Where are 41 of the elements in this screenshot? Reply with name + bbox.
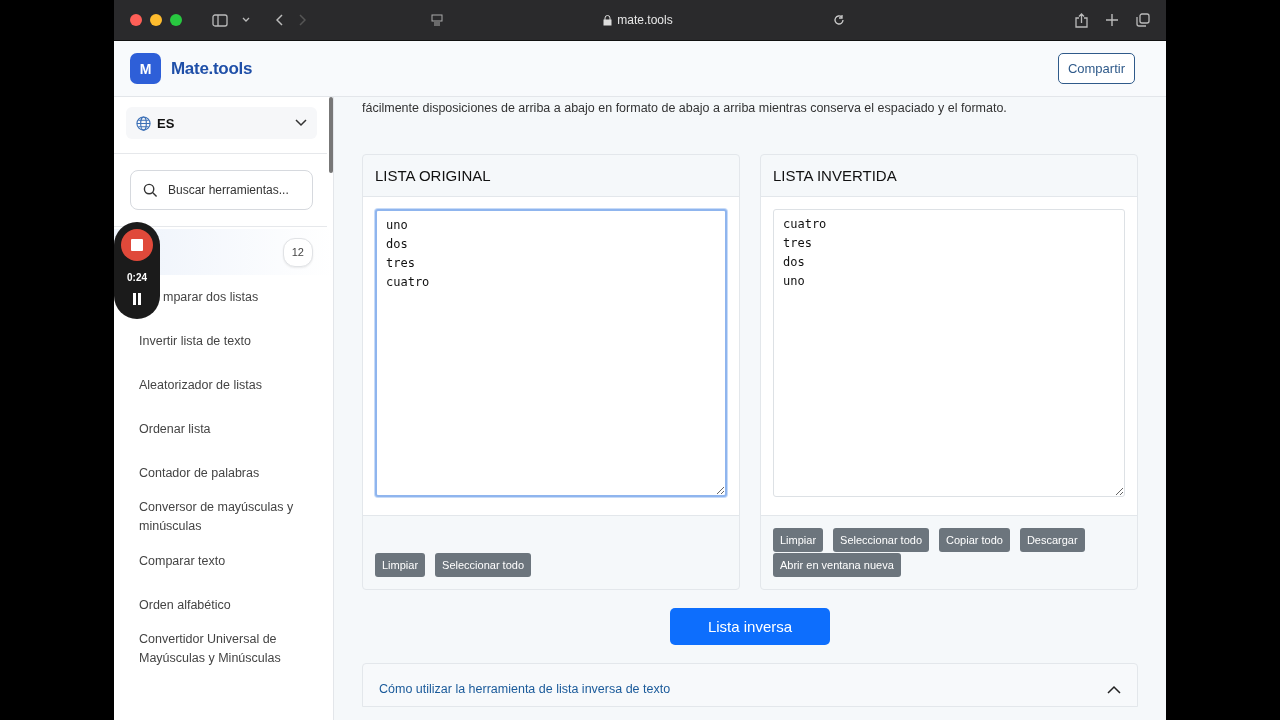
share-button[interactable]: Compartir	[1057, 53, 1135, 84]
sidebar-item[interactable]: Aleatorizador de listas	[114, 363, 333, 407]
globe-icon	[136, 115, 151, 131]
search-field[interactable]: Buscar herramientas...	[130, 170, 313, 210]
action-button[interactable]: Seleccionar todo	[833, 528, 930, 552]
accordion-header[interactable]: Cómo utilizar la herramienta de lista inversa de texto	[362, 663, 1138, 707]
chevron-up-icon[interactable]	[1107, 684, 1121, 694]
window-controls-icon[interactable]	[130, 14, 182, 26]
share-icon[interactable]	[1075, 12, 1088, 28]
search-icon	[143, 182, 158, 198]
tabs-icon[interactable]	[1136, 13, 1150, 27]
language-select[interactable]: ES	[126, 107, 317, 139]
back-icon[interactable]	[276, 14, 284, 26]
action-button[interactable]: Seleccionar todo	[435, 553, 532, 577]
recording-toast[interactable]: 0:24	[114, 222, 160, 319]
list-textarea[interactable]: uno dos tres cuatro	[375, 209, 727, 497]
action-button[interactable]: Limpiar	[375, 553, 426, 577]
action-button[interactable]: Abrir en ventana nueva	[773, 553, 901, 577]
sidebar-item[interactable]: Invertir lista de texto	[114, 319, 333, 363]
sidebar-item[interactable]: Contador de palabras	[114, 451, 333, 495]
count-badge: 12	[282, 237, 313, 267]
sidebar-toggle-icon[interactable]	[212, 13, 228, 27]
sidebar-item[interactable]: Comparar texto	[114, 539, 333, 583]
logo-icon[interactable]: M	[130, 53, 161, 84]
sidebar-item[interactable]: Orden alfabético	[114, 583, 333, 627]
chevron-down-icon[interactable]	[242, 17, 250, 23]
pause-icon[interactable]	[132, 293, 142, 305]
action-button[interactable]: Limpiar	[773, 528, 824, 552]
sidebar-item[interactable]: Conversor de mayúsculas y minúsculas	[114, 495, 333, 539]
action-button[interactable]: Descargar	[1019, 528, 1085, 552]
sidebar-item[interactable]: Ordenar lista	[114, 407, 333, 451]
plus-icon[interactable]	[1106, 14, 1118, 26]
list-textarea[interactable]: cuatro tres dos uno	[773, 209, 1125, 497]
intro-text: fácilmente disposiciones de arriba a abajo en formato de abajo a arriba mientras conserva el espaciado y el formato.	[362, 101, 1008, 116]
sidebar-item[interactable]: Convertidor Universal de Mayúsculas y Minúsculas	[114, 627, 333, 671]
stop-icon[interactable]	[121, 229, 153, 261]
action-button[interactable]: Copiar todo	[939, 528, 1010, 552]
chevron-down-icon	[295, 119, 307, 127]
search-input[interactable]: Buscar herramientas...	[166, 182, 300, 198]
reverse-button[interactable]: Lista inversa	[669, 608, 831, 645]
site-title[interactable]: Mate.tools	[171, 58, 253, 79]
